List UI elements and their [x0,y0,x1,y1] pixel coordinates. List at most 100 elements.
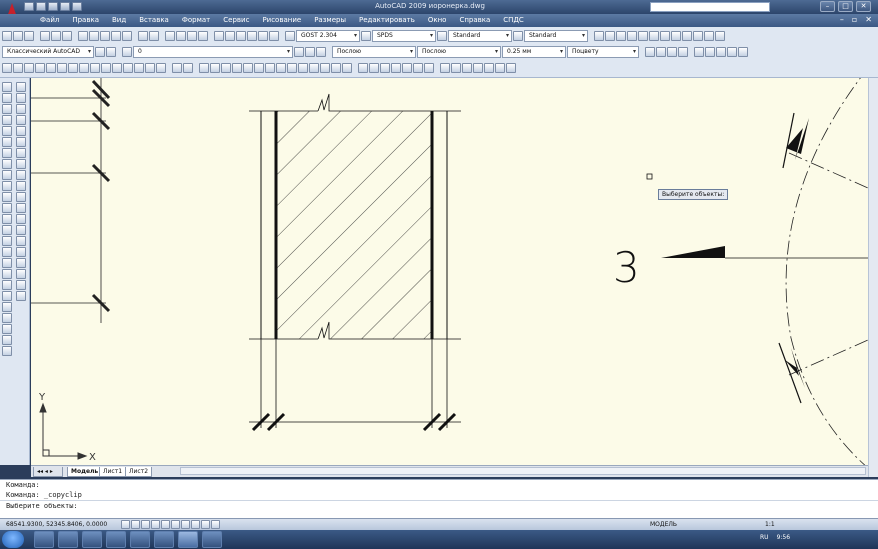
mirror-icon[interactable] [16,104,26,114]
table-style-select[interactable]: Standard [448,30,512,42]
polyline-icon[interactable] [2,104,12,114]
layout-tool-icon[interactable] [380,63,390,73]
offset-icon[interactable] [16,115,26,125]
dim-arc-icon[interactable] [24,63,34,73]
doc-close-icon[interactable]: ✕ [865,15,872,24]
clock[interactable]: 9:56 [777,534,790,541]
spds-tool-icon[interactable] [715,31,725,41]
snap-toggle[interactable] [121,520,130,529]
open-icon[interactable] [36,2,46,11]
copy-icon[interactable] [89,31,99,41]
layout-tool-icon[interactable] [440,63,450,73]
doc-minimize-icon[interactable]: – [840,15,844,24]
taskbar-app-icon[interactable] [130,531,150,548]
text-style-icon[interactable] [285,31,295,41]
rectangle-icon[interactable] [2,126,12,136]
table-icon[interactable] [2,269,12,279]
spds-tool-icon[interactable] [660,31,670,41]
menu-draw[interactable]: Рисование [262,16,301,24]
new-icon[interactable] [24,2,34,11]
maximize-button[interactable]: □ [838,1,853,12]
quick-dim-icon[interactable] [90,63,100,73]
doc-restore-icon[interactable]: ▫ [852,15,857,24]
plot-icon[interactable] [40,31,50,41]
gradient-icon[interactable] [2,247,12,257]
copy-object-icon[interactable] [16,93,26,103]
model-space-label[interactable]: МОДЕЛЬ [650,521,677,528]
redo-icon[interactable] [149,31,159,41]
sheet-set-icon[interactable] [247,31,257,41]
zoom-previous-icon[interactable] [198,31,208,41]
table-style-icon[interactable] [437,31,447,41]
tab-sheet2[interactable]: Лист2 [125,467,153,477]
layer-manager-icon[interactable] [106,47,116,57]
layout-tool-icon[interactable] [495,63,505,73]
snap-tool-icon[interactable] [276,63,286,73]
snap-tool-icon[interactable] [331,63,341,73]
paste-icon[interactable] [100,31,110,41]
trim-icon[interactable] [16,181,26,191]
spds-icon[interactable] [2,335,12,345]
menu-file[interactable]: Файл [40,16,59,24]
spds-tool-icon[interactable] [704,31,714,41]
snap-tool-icon[interactable] [265,63,275,73]
layout-tool-icon[interactable] [473,63,483,73]
snap-tool-icon[interactable] [232,63,242,73]
draworder-icon[interactable] [16,269,26,279]
open-icon[interactable] [13,31,23,41]
workspace-settings-icon[interactable] [95,47,105,57]
color-select[interactable]: Послою [332,46,416,58]
layout-tool-icon[interactable] [451,63,461,73]
taskbar-app-icon[interactable] [202,531,222,548]
polar-toggle[interactable] [151,520,160,529]
matchprop-icon[interactable] [111,31,121,41]
calculator-icon[interactable] [269,31,279,41]
undo-icon[interactable] [72,2,82,11]
ellipse-arc-icon[interactable] [2,192,12,202]
dim-diameter-icon[interactable] [68,63,78,73]
menu-edit[interactable]: Правка [72,16,99,24]
layout-tool-icon[interactable] [424,63,434,73]
block-editor-icon[interactable] [122,31,132,41]
search-input[interactable] [650,2,770,12]
snap-tool-icon[interactable] [320,63,330,73]
taskbar-app-icon[interactable] [106,531,126,548]
ortho-toggle[interactable] [141,520,150,529]
snap-tool-icon[interactable] [309,63,319,73]
scale-icon[interactable] [16,159,26,169]
snap-tool-icon[interactable] [221,63,231,73]
dyn-toggle[interactable] [191,520,200,529]
dim-linear-icon[interactable] [2,63,12,73]
revcloud-icon[interactable] [2,159,12,169]
ducs-toggle[interactable] [181,520,190,529]
command-line[interactable]: Команда: Команда: _copyclip Выберите объ… [0,479,878,518]
taskbar-autocad-icon[interactable] [178,531,198,548]
draw-tool-icon[interactable] [738,47,748,57]
tolerance-icon[interactable] [145,63,155,73]
arc-icon[interactable] [2,137,12,147]
draw-tool-icon[interactable] [694,47,704,57]
menu-window[interactable]: Окно [428,16,447,24]
lineweight-select[interactable]: 0.25 мм [502,46,566,58]
join-icon[interactable] [16,214,26,224]
snap-tool-icon[interactable] [287,63,297,73]
spds-tool-icon[interactable] [616,31,626,41]
lwt-toggle[interactable] [201,520,210,529]
dim-radius-icon[interactable] [46,63,56,73]
menu-tools[interactable]: Сервис [223,16,249,24]
osnap-toggle[interactable] [161,520,170,529]
point-icon[interactable] [2,225,12,235]
zoom-realtime-icon[interactable] [176,31,186,41]
mtext-icon[interactable] [2,280,12,290]
workspace-select[interactable]: Классический AutoCAD [2,46,94,58]
xline-icon[interactable] [2,93,12,103]
spds-tool-icon[interactable] [671,31,681,41]
horizontal-scrollbar[interactable] [180,467,866,475]
dim-break-icon[interactable] [134,63,144,73]
draw-tool-icon[interactable] [716,47,726,57]
region-icon[interactable] [2,258,12,268]
save-icon[interactable] [48,2,58,11]
stretch-icon[interactable] [16,170,26,180]
start-button[interactable] [2,531,24,548]
layout-tool-icon[interactable] [506,63,516,73]
